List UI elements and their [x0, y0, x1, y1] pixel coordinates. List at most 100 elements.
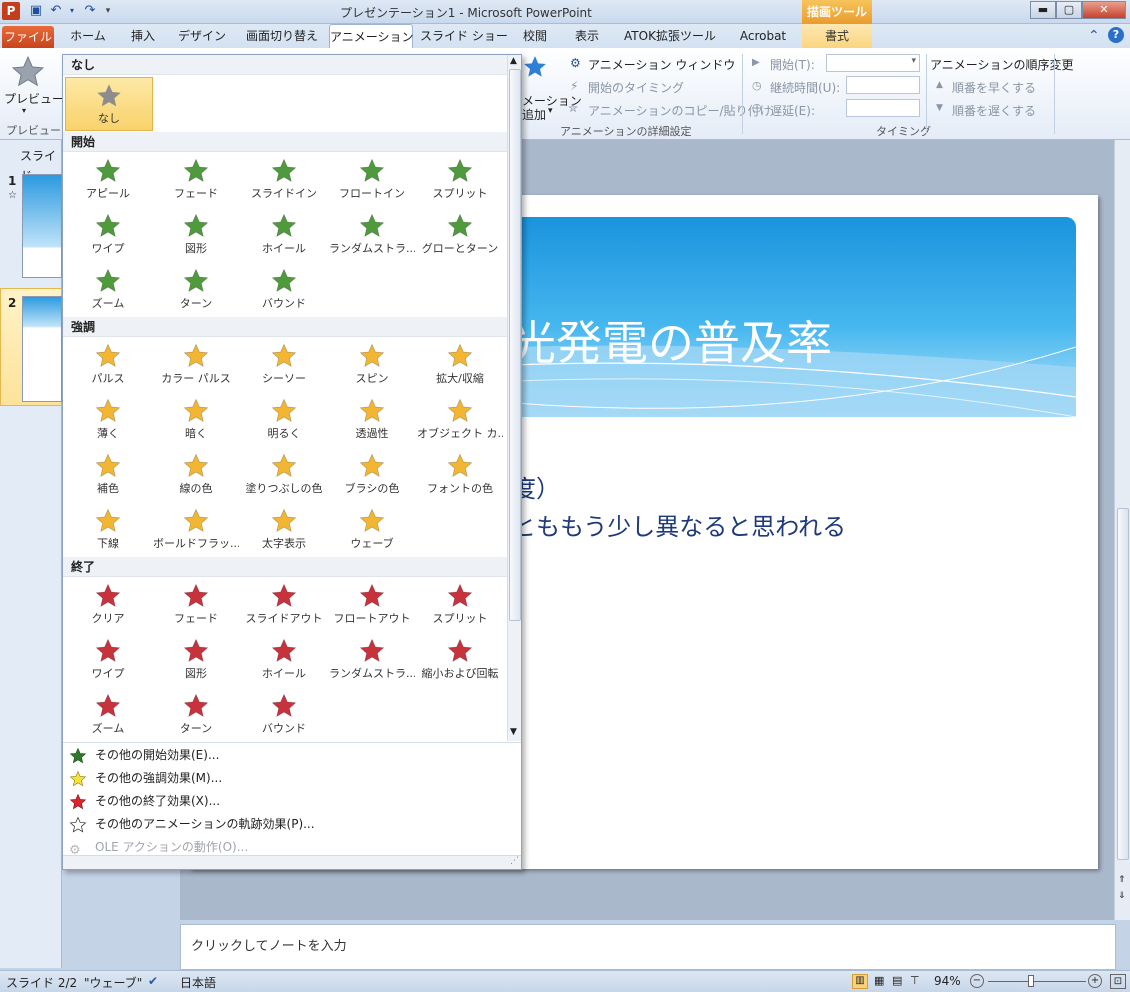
tab-atok[interactable]: ATOK拡張ツール [614, 24, 726, 48]
exit-effect[interactable]: ランダムストラ... [329, 633, 415, 687]
slide-1-thumbnail[interactable] [22, 174, 62, 278]
slides-tab[interactable]: スライド [0, 146, 62, 183]
entrance-effect[interactable]: グローとターン [417, 208, 503, 262]
slide-bullet-2[interactable]: とももう少し異なると思われる [512, 507, 846, 542]
emphasis-effect[interactable]: スピン [329, 338, 415, 392]
gallery-scrollbar-thumb[interactable] [509, 69, 521, 621]
undo-dropdown-icon[interactable]: ▾ [64, 3, 80, 19]
editor-scrollbar[interactable]: ⇑ ⇓ [1114, 140, 1130, 920]
animation-painter-icon[interactable]: ✮ [568, 101, 578, 115]
duration-input[interactable] [846, 76, 920, 94]
editor-scrollbar-thumb[interactable] [1117, 508, 1129, 860]
more-entrance-effects[interactable]: その他の開始効果(E)... [63, 744, 521, 767]
add-animation-label-2[interactable]: 追加 [522, 106, 546, 123]
move-later-icon[interactable]: ▼ [936, 103, 943, 113]
tab-transitions[interactable]: 画面切り替え [240, 24, 324, 48]
emphasis-effect[interactable]: 塗りつぶしの色 [241, 448, 327, 502]
exit-effect[interactable]: ワイプ [65, 633, 151, 687]
tab-animations[interactable]: アニメーション [329, 24, 414, 48]
emphasis-effect[interactable]: 線の色 [153, 448, 239, 502]
undo-icon[interactable]: ↶ [48, 3, 64, 19]
zoom-level[interactable]: 94% [934, 974, 961, 988]
slide-title[interactable]: 光発電の普及率 [510, 307, 832, 373]
entrance-effect[interactable]: ホイール [241, 208, 327, 262]
tab-home[interactable]: ホーム [60, 24, 116, 48]
animation-pane-button[interactable]: アニメーション ウィンドウ [588, 56, 735, 73]
ribbon-minimize-icon[interactable]: ⌃ [1088, 28, 1100, 44]
emphasis-effect[interactable]: 補色 [65, 448, 151, 502]
preview-button[interactable]: プレビュー [4, 90, 64, 107]
move-earlier-button[interactable]: 順番を早くする [952, 79, 1036, 96]
entrance-effect[interactable]: ズーム [65, 263, 151, 317]
emphasis-effect[interactable]: 暗く [153, 393, 239, 447]
tab-acrobat[interactable]: Acrobat [732, 24, 794, 48]
spellcheck-icon[interactable]: ✔ [148, 974, 158, 988]
notes-placeholder[interactable]: クリックしてノートを入力 [191, 935, 347, 954]
save-icon[interactable]: ▣ [28, 3, 44, 19]
language[interactable]: 日本語 [180, 974, 216, 991]
emphasis-effect[interactable]: 下線 [65, 503, 151, 557]
tab-design[interactable]: デザイン [172, 24, 232, 48]
tab-view[interactable]: 表示 [564, 24, 610, 48]
entrance-effect[interactable]: 図形 [153, 208, 239, 262]
emphasis-effect[interactable]: オブジェクト カ... [417, 393, 503, 447]
preview-star-icon[interactable] [10, 54, 46, 90]
powerpoint-app-icon[interactable]: P [2, 2, 20, 20]
entrance-effect[interactable]: スプリット [417, 153, 503, 207]
emphasis-effect[interactable]: ブラシの色 [329, 448, 415, 502]
slideshow-view-icon[interactable]: ⊤ [910, 974, 920, 987]
reading-view-icon[interactable]: ▤ [892, 974, 902, 987]
gallery-scroll-down-icon[interactable]: ▼ [510, 727, 517, 737]
add-animation-dropdown-icon[interactable]: ▾ [548, 106, 553, 116]
redo-icon[interactable]: ↷ [82, 3, 98, 19]
emphasis-effect[interactable]: フォントの色 [417, 448, 503, 502]
exit-effect[interactable]: バウンド [241, 688, 327, 742]
fit-to-window-icon[interactable]: ⊡ [1110, 974, 1126, 989]
resize-grip-icon[interactable]: ⋰ [510, 856, 519, 866]
notes-pane[interactable]: クリックしてノートを入力 [180, 924, 1116, 970]
tab-slideshow[interactable]: スライド ショー [420, 24, 508, 48]
emphasis-effect[interactable]: シーソー [241, 338, 327, 392]
emphasis-effect[interactable]: カラー パルス [153, 338, 239, 392]
emphasis-effect[interactable]: 拡大/収縮 [417, 338, 503, 392]
emphasis-effect[interactable]: ボールドフラッ... [153, 503, 239, 557]
exit-effect[interactable]: ズーム [65, 688, 151, 742]
emphasis-effect[interactable]: 薄く [65, 393, 151, 447]
maximize-button[interactable]: ▢ [1056, 1, 1082, 19]
exit-effect[interactable]: 縮小および回転 [417, 633, 503, 687]
exit-effect[interactable]: フェード [153, 578, 239, 632]
trigger-icon[interactable]: ⚡ [570, 79, 578, 93]
entrance-effect[interactable]: バウンド [241, 263, 327, 317]
move-later-button[interactable]: 順番を遅くする [952, 102, 1036, 119]
entrance-effect[interactable]: アピール [65, 153, 151, 207]
zoom-out-icon[interactable]: − [970, 974, 984, 988]
tab-format[interactable]: 書式 [802, 24, 872, 48]
entrance-effect[interactable]: スライドイン [241, 153, 327, 207]
slide-sorter-icon[interactable]: ▦ [874, 974, 884, 987]
exit-effect[interactable]: クリア [65, 578, 151, 632]
move-earlier-icon[interactable]: ▲ [936, 80, 943, 90]
emphasis-effect[interactable]: 太字表示 [241, 503, 327, 557]
zoom-in-icon[interactable]: + [1088, 974, 1102, 988]
theme-name[interactable]: "ウェーブ" [84, 974, 142, 991]
exit-effect[interactable]: スプリット [417, 578, 503, 632]
tab-review[interactable]: 校閲 [512, 24, 558, 48]
exit-effect[interactable]: ターン [153, 688, 239, 742]
entrance-effect[interactable]: ワイプ [65, 208, 151, 262]
delay-input[interactable] [846, 99, 920, 117]
animation-pane-icon[interactable]: ⚙ [570, 56, 581, 70]
emphasis-effect[interactable]: 明るく [241, 393, 327, 447]
gallery-scroll-up-icon[interactable]: ▲ [510, 56, 517, 66]
preview-dropdown-icon[interactable]: ▾ [22, 106, 26, 115]
customize-qat-icon[interactable]: ▾ [100, 3, 116, 19]
gallery-resize-bar[interactable]: ⋰ [63, 855, 521, 869]
close-button[interactable]: ✕ [1082, 1, 1126, 19]
zoom-slider-track[interactable] [988, 981, 1086, 982]
exit-effect[interactable]: フロートアウト [329, 578, 415, 632]
entrance-effect[interactable]: ランダムストラ... [329, 208, 415, 262]
exit-effect[interactable]: ホイール [241, 633, 327, 687]
help-icon[interactable]: ? [1108, 27, 1124, 43]
normal-view-icon[interactable]: ▥ [852, 974, 868, 989]
trigger-button[interactable]: 開始のタイミング [588, 79, 684, 96]
start-select[interactable]: ▾ [826, 54, 920, 72]
